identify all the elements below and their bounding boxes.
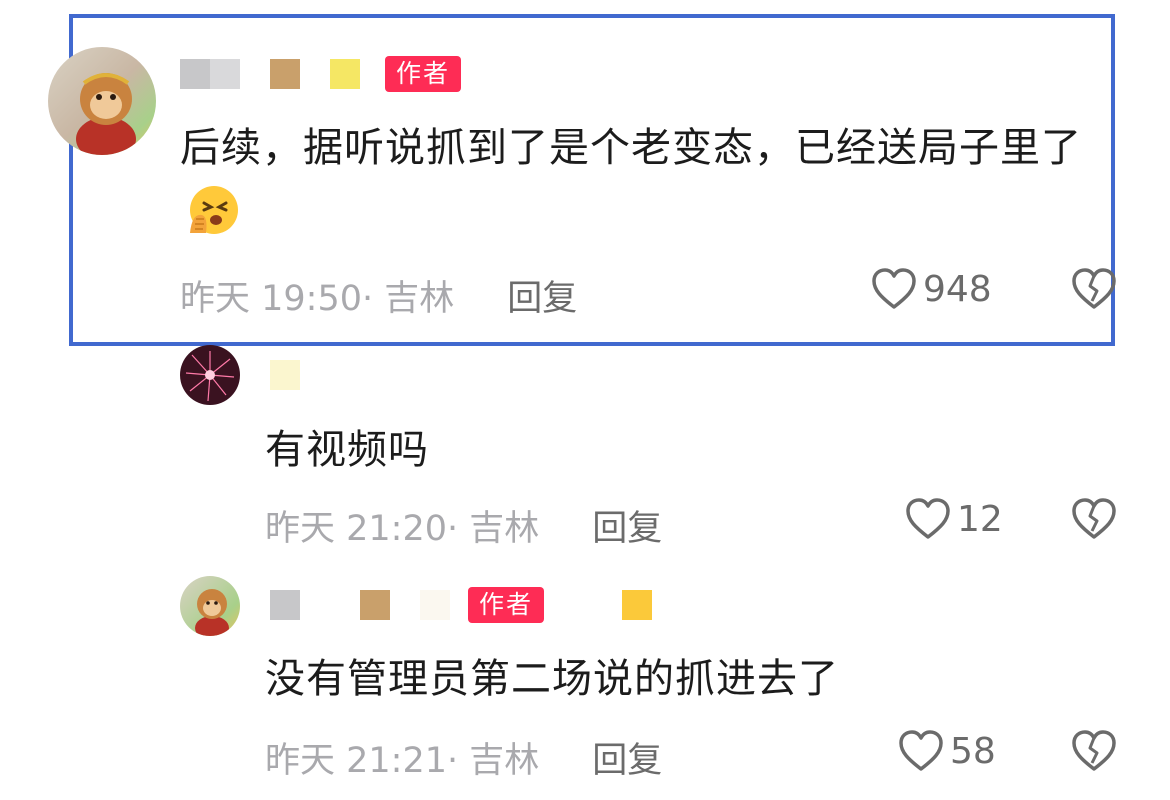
username-row[interactable]: 作者: [270, 587, 653, 623]
reply-button[interactable]: 回复: [592, 500, 662, 551]
username-redacted-block: [180, 59, 210, 89]
avatar[interactable]: [48, 47, 156, 155]
reply-button[interactable]: 回复: [507, 270, 577, 321]
location: · 吉林: [447, 741, 540, 781]
author-badge: 作者: [468, 587, 545, 623]
username-redacted-block: [270, 59, 300, 89]
like-button[interactable]: 58: [898, 729, 996, 773]
dislike-button[interactable]: [1071, 267, 1117, 315]
broken-heart-icon: [1072, 498, 1116, 539]
comment-text[interactable]: 有视频吗: [265, 418, 429, 482]
author-badge: 作者: [385, 56, 462, 92]
like-count: 58: [950, 730, 996, 772]
like-count: 12: [957, 498, 1003, 540]
timestamp: 昨天 21:20: [265, 509, 447, 549]
like-button[interactable]: 12: [905, 497, 1003, 541]
comment-text[interactable]: 没有管理员第二场说的抓进去了: [265, 647, 839, 711]
comment-meta: 昨天 19:50 · 吉林 回复: [180, 270, 577, 321]
comment-meta: 昨天 21:21 · 吉林 回复: [265, 732, 662, 783]
username-redacted-block: [360, 590, 390, 620]
username-redacted-block: [420, 590, 450, 620]
username-redacted-block: [210, 59, 240, 89]
username-row[interactable]: 作者: [180, 56, 462, 92]
face-with-hand-over-mouth-emoji: [186, 183, 240, 256]
comment-text[interactable]: 后续，据听说抓到了是个老变态，已经送局子里了: [180, 116, 1110, 256]
username-row[interactable]: [270, 360, 300, 390]
dislike-button[interactable]: [1071, 497, 1117, 545]
reply-button[interactable]: 回复: [592, 732, 662, 783]
timestamp: 昨天 19:50: [180, 279, 362, 319]
heart-outline-icon: [899, 730, 943, 771]
broken-heart-icon: [1072, 730, 1116, 771]
avatar[interactable]: [180, 345, 240, 405]
heart-outline-icon: [872, 268, 916, 309]
username-redacted-block: [330, 59, 360, 89]
location: · 吉林: [362, 279, 455, 319]
heart-outline-icon: [906, 498, 950, 539]
like-button[interactable]: 948: [871, 267, 992, 311]
comment-meta: 昨天 21:20 · 吉林 回复: [265, 500, 662, 551]
location: · 吉林: [447, 509, 540, 549]
avatar[interactable]: [180, 576, 240, 636]
broken-heart-icon: [1072, 268, 1116, 309]
like-count: 948: [923, 268, 992, 310]
username-redacted-block: [270, 360, 300, 390]
dislike-button[interactable]: [1071, 729, 1117, 777]
username-redacted-block: [622, 590, 653, 620]
timestamp: 昨天 21:21: [265, 741, 447, 781]
username-redacted-block: [270, 590, 300, 620]
